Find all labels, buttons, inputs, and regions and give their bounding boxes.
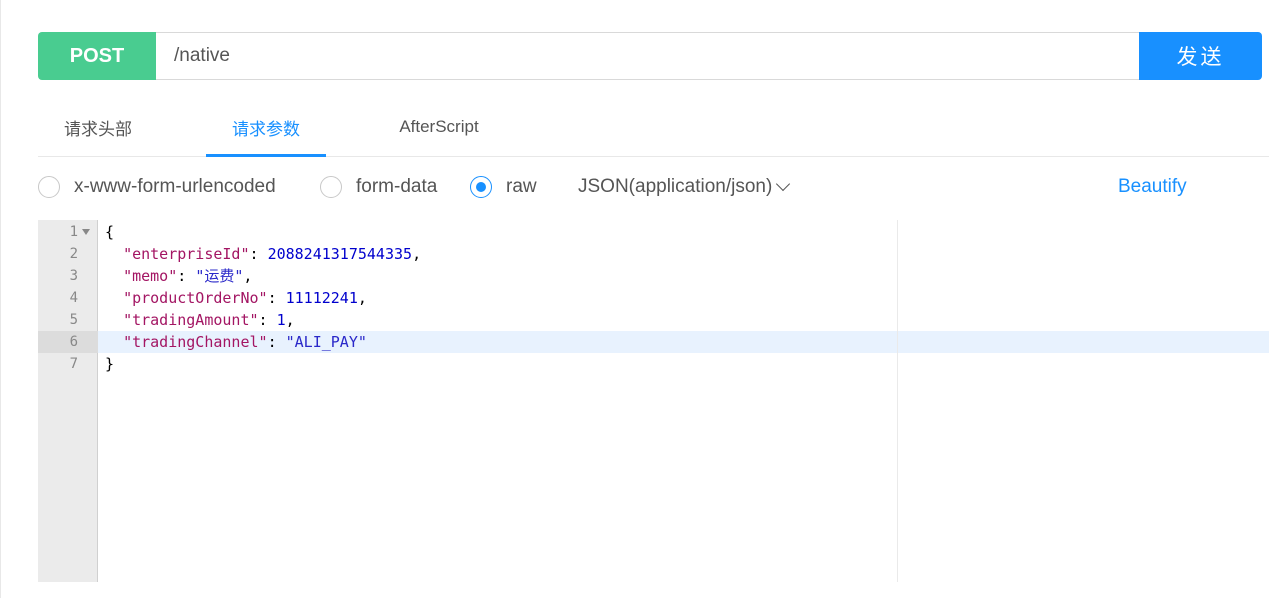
chevron-down-icon (776, 176, 791, 192)
body-type-selector: x-www-form-urlencoded form-data raw JSON… (38, 168, 1269, 206)
code-text: { (105, 223, 115, 241)
url-input[interactable]: /native (156, 32, 1139, 80)
code-line: 3 "memo": "运费", (38, 265, 1269, 287)
json-comma: , (285, 311, 295, 329)
json-number: 1 (276, 311, 286, 329)
line-number: 2 (69, 246, 78, 262)
method-selector[interactable]: POST (38, 32, 156, 80)
code-text: "memo": "运费", (105, 265, 252, 287)
radio-raw[interactable]: raw (470, 168, 537, 206)
tab-request-headers[interactable]: 请求头部 (38, 98, 158, 156)
json-sep: : (258, 311, 277, 329)
json-key: "tradingAmount" (123, 311, 259, 329)
json-string: "运费" (195, 267, 244, 285)
json-sep: : (267, 333, 286, 351)
code-line: 2 "enterpriseId": 2088241317544335, (38, 243, 1269, 265)
radio-x-www-form-urlencoded[interactable]: x-www-form-urlencoded (38, 168, 276, 206)
json-sep: : (267, 289, 286, 307)
json-number: 11112241 (285, 289, 358, 307)
code-text: } (105, 355, 115, 373)
radio-button-checked[interactable] (470, 176, 492, 198)
code-line: 4 "productOrderNo": 11112241, (38, 287, 1269, 309)
line-number: 4 (69, 290, 78, 306)
code-text: "tradingAmount": 1, (105, 309, 295, 331)
json-key: "productOrderNo" (123, 289, 268, 307)
json-key: "tradingChannel" (123, 333, 268, 351)
code-line: 7 } (38, 353, 1269, 375)
code-text: "tradingChannel": "ALI_PAY" (105, 331, 367, 353)
json-sep: : (249, 245, 268, 263)
radio-label: raw (506, 176, 537, 197)
fold-arrow-icon[interactable] (82, 229, 90, 235)
code-line: 5 "tradingAmount": 1, (38, 309, 1269, 331)
code-text: "enterpriseId": 2088241317544335, (105, 243, 421, 265)
content-type-dropdown[interactable]: JSON(application/json) (578, 168, 791, 206)
line-number: 1 (69, 224, 78, 240)
beautify-button[interactable]: Beautify (1118, 168, 1187, 206)
json-comma: , (357, 289, 367, 307)
tab-bar: 请求头部 请求参数 AfterScript (38, 98, 1269, 157)
radio-button[interactable] (38, 176, 60, 198)
left-border (0, 0, 1, 598)
json-key: "enterpriseId" (123, 245, 250, 263)
line-number: 3 (69, 268, 78, 284)
json-comma: , (243, 267, 253, 285)
radio-label: x-www-form-urlencoded (74, 176, 276, 197)
active-tab-indicator (206, 154, 326, 157)
line-number: 6 (69, 334, 78, 350)
send-button[interactable]: 发送 (1139, 32, 1262, 80)
radio-label: form-data (356, 176, 438, 197)
code-editor[interactable]: 1 { 2 "enterpriseId": 2088241317544335, … (38, 220, 1269, 582)
code-text: "productOrderNo": 11112241, (105, 287, 367, 309)
json-number: 2088241317544335 (267, 245, 413, 263)
tab-afterscript[interactable]: AfterScript (374, 98, 504, 156)
json-key: "memo" (123, 267, 178, 285)
json-comma: , (412, 245, 422, 263)
radio-button[interactable] (320, 176, 342, 198)
json-string: "ALI_PAY" (285, 333, 367, 351)
content-type-label: JSON(application/json) (578, 176, 773, 197)
line-number: 7 (69, 356, 78, 372)
code-line-active: 6 "tradingChannel": "ALI_PAY" (38, 331, 1269, 353)
line-number: 5 (69, 312, 78, 328)
tab-request-params[interactable]: 请求参数 (206, 98, 326, 156)
json-sep: : (177, 267, 196, 285)
radio-form-data[interactable]: form-data (320, 168, 437, 206)
request-bar: POST /native 发送 (38, 32, 1262, 80)
code-line: 1 { (38, 221, 1269, 243)
